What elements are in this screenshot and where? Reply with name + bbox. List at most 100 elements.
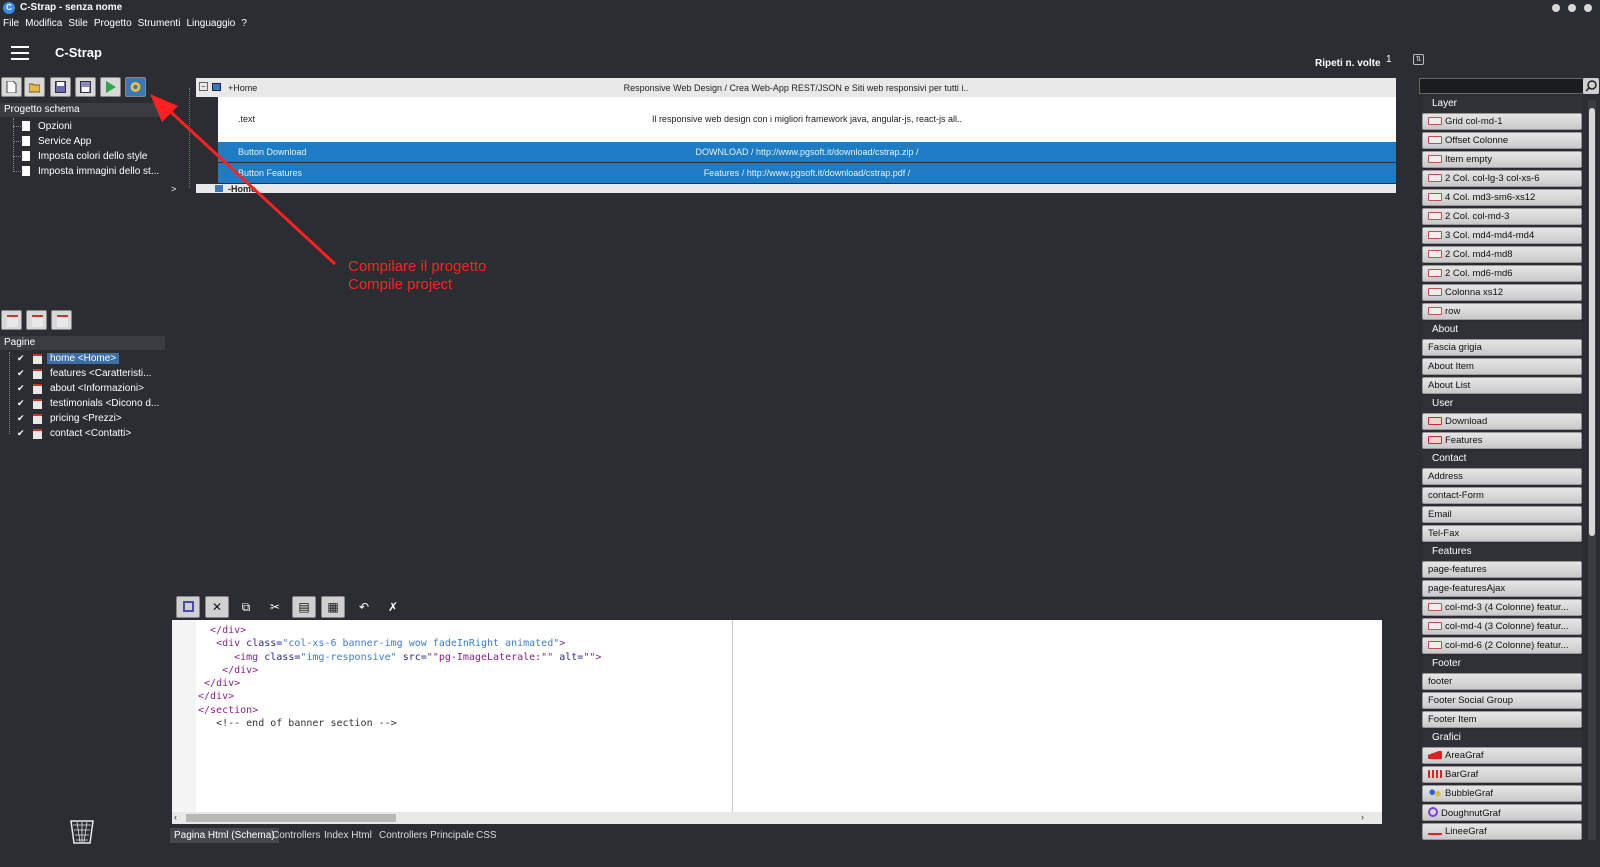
schema-row-button-features[interactable]: Button Features Features / http://www.pg…	[218, 163, 1396, 183]
palette-category-grafici[interactable]: Grafici	[1422, 730, 1582, 747]
menu-modifica[interactable]: Modifica	[22, 16, 65, 31]
run-button[interactable]	[100, 77, 121, 97]
editor-cut-button[interactable]: ✂	[263, 596, 287, 618]
palette-item[interactable]: Features	[1422, 432, 1582, 449]
schema-row-button-download[interactable]: Button Download DOWNLOAD / http://www.pg…	[218, 142, 1396, 162]
search-icon[interactable]	[1583, 78, 1599, 94]
menu-progetto[interactable]: Progetto	[91, 16, 135, 31]
code-line[interactable]: </div>	[198, 624, 601, 637]
palette-item[interactable]: 2 Col. md6-md6	[1422, 265, 1582, 282]
schema-item-service-app[interactable]: Service App	[38, 136, 91, 147]
menu-strumenti[interactable]: Strumenti	[135, 16, 184, 31]
page-item-about[interactable]: about <Informazioni>	[50, 383, 144, 394]
palette-item[interactable]: footer	[1422, 673, 1582, 690]
palette-category-layer[interactable]: Layer	[1422, 96, 1582, 113]
palette-item[interactable]: 4 Col. md3-sm6-xs12	[1422, 189, 1582, 206]
scrollbar-thumb[interactable]	[1589, 108, 1595, 536]
horizontal-scrollbar[interactable]: ‹ ›	[172, 812, 1382, 824]
page-checkbox[interactable]: ✔	[17, 399, 26, 408]
palette-item[interactable]: Footer Item	[1422, 711, 1582, 728]
minimize-button[interactable]	[1552, 4, 1560, 12]
editor-save-button[interactable]	[176, 596, 200, 618]
code-line[interactable]: </div>	[198, 690, 601, 703]
palette-item[interactable]: 2 Col. md4-md8	[1422, 246, 1582, 263]
schema-item-opzioni[interactable]: Opzioni	[38, 121, 72, 132]
page-checkbox[interactable]: ✔	[17, 429, 26, 438]
editor-undo-button[interactable]: ↶	[352, 596, 376, 618]
scrollbar-thumb[interactable]	[186, 814, 396, 822]
menu-linguaggio[interactable]: Linguaggio	[183, 16, 238, 31]
palette-category-footer[interactable]: Footer	[1422, 656, 1582, 673]
tab-pagina-html[interactable]: Pagina Html (Schema)	[170, 828, 279, 843]
page-checkbox[interactable]: ✔	[17, 384, 26, 393]
page-item-contact[interactable]: contact <Contatti>	[50, 428, 131, 439]
maximize-button[interactable]	[1568, 4, 1576, 12]
page-item-testimonials[interactable]: testimonials <Dicono d...	[50, 398, 159, 409]
page-item-home[interactable]: home <Home>	[47, 353, 120, 364]
code-content[interactable]: </div> <div class="col-xs-6 banner-img w…	[198, 624, 601, 730]
menu-stile[interactable]: Stile	[65, 16, 90, 31]
palette-item[interactable]: Email	[1422, 506, 1582, 523]
palette-item[interactable]: About List	[1422, 377, 1582, 394]
palette-item[interactable]: BubbleGraf	[1422, 785, 1582, 802]
palette-item[interactable]: row	[1422, 303, 1582, 320]
tab-index-html[interactable]: Index Html	[320, 828, 376, 843]
editor-tools-button[interactable]: ✗	[381, 596, 405, 618]
palette-item[interactable]: Item empty	[1422, 151, 1582, 168]
schema-row-text[interactable]: .text Il responsive web design con i mig…	[218, 97, 1396, 142]
page-checkbox[interactable]: ✔	[17, 354, 26, 363]
palette-item[interactable]: LineeGraf	[1422, 823, 1582, 840]
editor-close-button[interactable]: ✕	[205, 596, 229, 618]
schema-row-home-close[interactable]: -Home	[196, 184, 1396, 194]
tab-controllers-principale[interactable]: Controllers Principale	[375, 828, 478, 843]
palette-item[interactable]: Download	[1422, 413, 1582, 430]
tab-controllers[interactable]: Controllers	[268, 828, 324, 843]
palette-item[interactable]: Grid col-md-1	[1422, 113, 1582, 130]
editor-select-all-button[interactable]: ▦	[321, 596, 345, 618]
new-file-button[interactable]	[1, 77, 22, 97]
palette-item[interactable]: col-md-3 (4 Colonne) featur...	[1422, 599, 1582, 616]
close-button[interactable]	[1584, 4, 1592, 12]
tab-css[interactable]: CSS	[472, 828, 501, 843]
page-item-features[interactable]: features <Caratteristi...	[50, 368, 151, 379]
palette-category-about[interactable]: About	[1422, 322, 1582, 339]
palette-item[interactable]: About Item	[1422, 358, 1582, 375]
code-line[interactable]: <img class="img-responsive" src=""pg-Ima…	[198, 651, 601, 664]
menu-file[interactable]: File	[0, 16, 22, 31]
palette-item[interactable]: BarGraf	[1422, 766, 1582, 783]
hamburger-menu-icon[interactable]	[11, 46, 29, 60]
schema-row-home[interactable]: − +Home Responsive Web Design / Crea Web…	[196, 78, 1396, 97]
page-item-pricing[interactable]: pricing <Prezzi>	[50, 413, 122, 424]
palette-item[interactable]: Address	[1422, 468, 1582, 485]
palette-item[interactable]: page-featuresAjax	[1422, 580, 1582, 597]
palette-item[interactable]: 2 Col. col-lg-3 col-xs-6	[1422, 170, 1582, 187]
save-button[interactable]	[50, 77, 71, 97]
open-folder-button[interactable]	[24, 77, 45, 97]
palette-category-features[interactable]: Features	[1422, 544, 1582, 561]
palette-item[interactable]: contact-Form	[1422, 487, 1582, 504]
page-checkbox[interactable]: ✔	[17, 414, 26, 423]
palette-item[interactable]: DoughnutGraf	[1422, 804, 1582, 821]
palette-item[interactable]: col-md-6 (2 Colonne) featur...	[1422, 637, 1582, 654]
palette-item[interactable]: 2 Col. col-md-3	[1422, 208, 1582, 225]
trash-icon[interactable]	[68, 818, 96, 844]
palette-item[interactable]: col-md-4 (3 Colonne) featur...	[1422, 618, 1582, 635]
menu-help[interactable]: ?	[238, 16, 250, 31]
save-as-button[interactable]	[75, 77, 96, 97]
spinner-icon[interactable]: ⇅	[1413, 54, 1424, 65]
scroll-left-icon[interactable]: ‹	[174, 812, 177, 822]
palette-category-contact[interactable]: Contact	[1422, 451, 1582, 468]
editor-paste-button[interactable]: ▤	[292, 596, 316, 618]
add-page-button[interactable]	[1, 310, 22, 330]
code-line[interactable]: </div>	[198, 664, 601, 677]
code-line[interactable]: </div>	[198, 677, 601, 690]
schema-item-style-colors[interactable]: Imposta colori dello style	[38, 151, 148, 162]
palette-item[interactable]: 3 Col. md4-md4-md4	[1422, 227, 1582, 244]
palette-item[interactable]: Fascia grigia	[1422, 339, 1582, 356]
palette-item[interactable]: Footer Social Group	[1422, 692, 1582, 709]
page-checkbox[interactable]: ✔	[17, 369, 26, 378]
palette-item[interactable]: page-features	[1422, 561, 1582, 578]
palette-item[interactable]: AreaGraf	[1422, 747, 1582, 764]
palette-search-input[interactable]	[1419, 78, 1584, 94]
delete-page-button[interactable]	[51, 310, 72, 330]
